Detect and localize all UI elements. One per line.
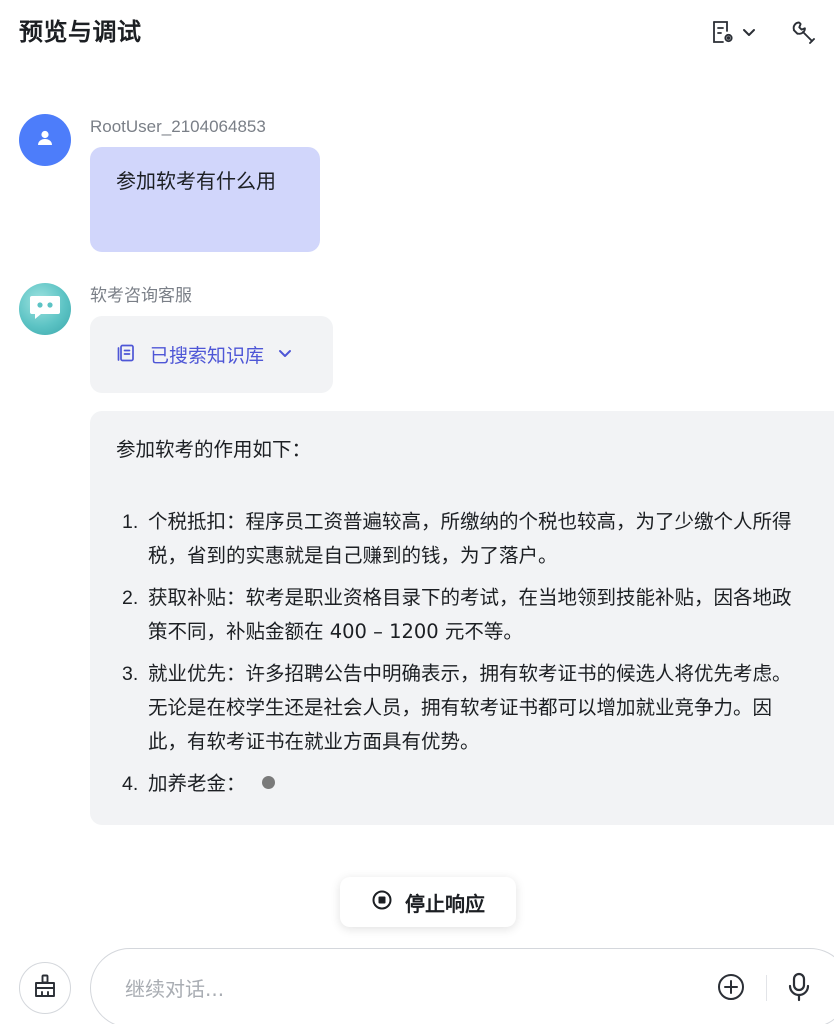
voice-input-button[interactable] [785,971,813,1007]
page-title: 预览与调试 [19,18,142,46]
header: 预览与调试 [0,0,834,64]
list-item: 2. 获取补贴：软考是职业资格目录下的考试，在当地领到技能补贴，因各地政策不同，… [116,581,808,649]
stop-response-button[interactable]: 停止响应 [340,877,516,927]
knowledge-base-label: 已搜索知识库 [150,345,265,367]
add-attachment-button[interactable] [716,972,746,1006]
list-number: 4. [122,773,139,795]
plus-circle-icon [716,974,746,1006]
settings-button[interactable] [790,18,816,46]
answer-intro: 参加软考的作用如下： [116,438,312,461]
list-item: 4. 加养老金： [116,767,808,801]
stop-response-label: 停止响应 [405,891,485,916]
composer-divider [766,975,767,1001]
knowledge-base-toggle[interactable]: 已搜索知识库 [90,316,333,393]
list-item: 1. 个税抵扣：程序员工资普遍较高，所缴纳的个税也较高，为了少缴个人所得税，省到… [116,505,808,573]
stop-icon [371,889,393,915]
user-name: RootUser_2104064853 [90,117,266,136]
wrench-icon [790,19,816,45]
list-item: 3. 就业优先：许多招聘公告中明确表示，拥有软考证书的候选人将优先考虑。无论是在… [116,657,808,759]
bot-avatar [19,283,71,335]
answer-list: 1. 个税抵扣：程序员工资普遍较高，所缴纳的个税也较高，为了少缴个人所得税，省到… [116,505,808,801]
composer [90,948,834,1024]
list-number: 1. [122,511,139,533]
user-message-bubble: 参加软考有什么用 [90,147,320,252]
clear-chat-button[interactable] [19,962,71,1014]
user-icon [35,128,55,152]
microphone-icon [785,972,813,1007]
bot-answer-bubble: 参加软考的作用如下： 1. 个税抵扣：程序员工资普遍较高，所缴纳的个税也较高，为… [90,411,834,825]
chevron-down-icon [276,344,294,366]
typing-indicator [261,776,275,789]
bot-name: 软考咨询客服 [90,286,192,305]
document-settings-icon [710,19,736,45]
list-number: 2. [122,587,139,609]
list-text: 就业优先：许多招聘公告中明确表示，拥有软考证书的候选人将优先考虑。无论是在校学生… [148,662,792,753]
broom-icon [32,973,58,1003]
bot-icon [28,292,62,326]
user-avatar [19,114,71,166]
document-settings-dropdown[interactable] [710,18,758,46]
chat-input[interactable] [125,971,685,1007]
list-text: 获取补贴：软考是职业资格目录下的考试，在当地领到技能补贴，因各地政策不同，补贴金… [148,586,792,643]
list-number: 3. [122,663,139,685]
list-text: 加养老金： [148,772,246,795]
list-text: 个税抵扣：程序员工资普遍较高，所缴纳的个税也较高，为了少缴个人所得税，省到的实惠… [148,510,792,567]
knowledge-base-icon [116,343,136,367]
chevron-down-icon [740,23,758,41]
